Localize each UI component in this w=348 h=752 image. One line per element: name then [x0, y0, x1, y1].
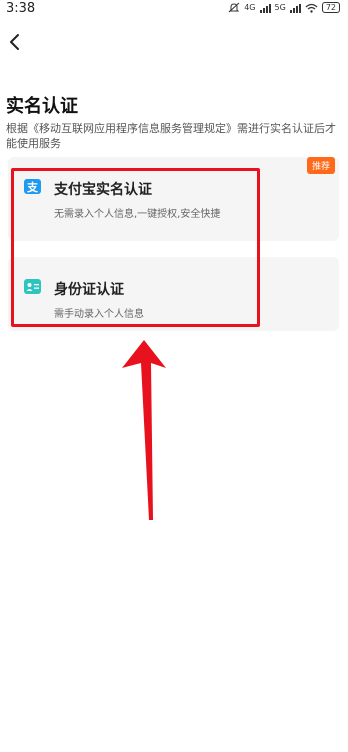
alipay-card-title: 支付宝实名认证 [54, 182, 152, 198]
status-bar: 3:38 4G 5G 72 [0, 0, 348, 20]
red-arrow-icon [122, 340, 166, 520]
network-type-1: 4G [244, 3, 256, 12]
recommend-badge: 推荐 [306, 157, 335, 174]
id-card-verification-card[interactable]: 身份证认证 需手动录入个人信息 [8, 257, 339, 331]
alipay-card-subtitle: 无需录入个人信息,一键授权,安全快捷 [54, 209, 221, 220]
id-card-subtitle: 需手动录入个人信息 [54, 309, 144, 320]
alipay-icon: 支 [24, 179, 41, 194]
page-title: 实名认证 [6, 96, 78, 117]
id-card-title: 身份证认证 [54, 282, 124, 298]
wifi-icon [305, 3, 318, 13]
status-icons: 4G 5G 72 [228, 2, 340, 13]
network-type-2: 5G [274, 3, 286, 12]
signal-icon-1 [259, 3, 271, 13]
alipay-verification-card[interactable]: 支 支付宝实名认证 无需录入个人信息,一键授权,安全快捷 推荐 [8, 157, 339, 241]
signal-icon-2 [289, 3, 301, 13]
svg-text:支: 支 [26, 180, 39, 194]
mute-bell-icon [228, 2, 240, 13]
battery-icon: 72 [321, 2, 340, 13]
status-time: 3:38 [6, 1, 36, 16]
back-arrow-icon[interactable] [6, 32, 26, 52]
page-description: 根据《移动互联网应用程序信息服务管理规定》需进行实名认证后才能使用服务 [6, 122, 336, 150]
id-card-icon [24, 279, 41, 294]
